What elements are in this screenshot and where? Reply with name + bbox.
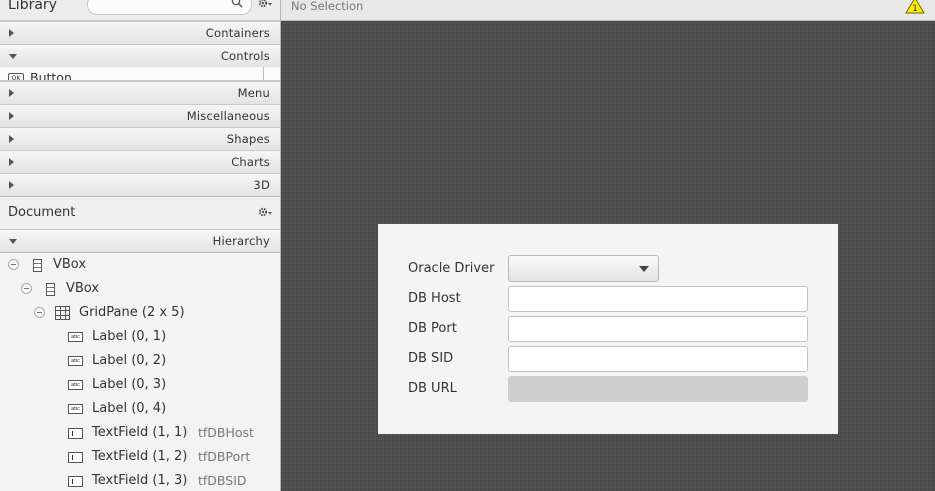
document-title: Document <box>8 205 76 220</box>
section-shapes[interactable]: Shapes <box>0 127 280 151</box>
library-header: Library <box>0 0 280 21</box>
expand-arrow-icon <box>9 158 14 166</box>
tree-item-label: VBox <box>66 281 100 296</box>
button-control-item[interactable]: Button <box>30 70 72 80</box>
controls-list: OK Button <box>0 67 280 81</box>
db-host-field[interactable] <box>508 286 808 312</box>
collapse-arrow-icon <box>9 239 17 244</box>
textfield-icon <box>68 476 83 487</box>
collapse-toggle-icon[interactable] <box>34 307 45 318</box>
collapse-arrow-icon <box>9 54 17 59</box>
oracle-driver-combo[interactable] <box>508 255 659 282</box>
expand-arrow-icon <box>9 181 14 189</box>
tree-item-label: TextField (1, 2) <box>92 449 188 464</box>
warning-count: 1 <box>912 4 918 14</box>
button-control-icon: OK <box>8 73 24 80</box>
collapse-toggle-icon[interactable] <box>8 259 19 270</box>
library-title: Library <box>8 0 57 13</box>
section-label: Menu <box>237 86 270 100</box>
tree-item-label: TextField (1, 1) <box>92 425 188 440</box>
db-url-field <box>508 376 808 402</box>
tree-item-fx-id: tfDBSID <box>198 473 247 488</box>
section-label: Miscellaneous <box>186 109 270 123</box>
warning-icon[interactable]: 1 <box>905 0 925 14</box>
tree-item-label-0-2[interactable]: abc Label (0, 2) <box>0 349 280 373</box>
section-label: Hierarchy <box>212 234 270 248</box>
tree-item-label: Label (0, 3) <box>92 377 167 392</box>
section-label: Containers <box>205 26 270 40</box>
section-charts[interactable]: Charts <box>0 150 280 174</box>
section-containers[interactable]: Containers <box>0 21 280 45</box>
expand-arrow-icon <box>9 29 14 37</box>
gridpane-icon <box>55 306 70 320</box>
form-preview[interactable]: Oracle Driver DB Host DB Port DB SID DB … <box>378 224 838 434</box>
db-sid-field[interactable] <box>508 346 808 372</box>
section-menu[interactable]: Menu <box>0 81 280 105</box>
tree-item-label: GridPane (2 x 5) <box>79 305 185 320</box>
tree-item-label-0-3[interactable]: abc Label (0, 3) <box>0 373 280 397</box>
document-header: Document <box>0 197 280 230</box>
search-icon <box>231 0 243 8</box>
tree-item-textfield-1-1[interactable]: TextField (1, 1) tfDBHost <box>0 421 280 445</box>
expand-arrow-icon <box>9 112 14 120</box>
label-icon: abc <box>68 404 83 414</box>
label-icon: abc <box>68 356 83 366</box>
tree-item-fx-id: tfDBHost <box>198 425 254 440</box>
document-gear-icon[interactable] <box>258 207 272 219</box>
section-controls[interactable]: Controls <box>0 44 280 68</box>
collapse-toggle-icon[interactable] <box>21 283 32 294</box>
db-sid-label: DB SID <box>408 351 454 366</box>
tree-item-label: VBox <box>53 257 87 272</box>
section-3d[interactable]: 3D <box>0 173 280 197</box>
selection-status: No Selection <box>291 0 364 13</box>
vbox-icon <box>33 259 42 272</box>
tree-item-label: Label (0, 4) <box>92 401 167 416</box>
chevron-down-icon <box>639 266 649 272</box>
db-port-field[interactable] <box>508 316 808 342</box>
db-host-label: DB Host <box>408 291 461 306</box>
db-port-label: DB Port <box>408 321 457 336</box>
tree-item-vbox-child[interactable]: VBox <box>0 277 280 301</box>
tree-item-textfield-1-3[interactable]: TextField (1, 3) tfDBSID <box>0 469 280 491</box>
tree-item-vbox-root[interactable]: VBox <box>0 253 280 277</box>
library-search-input[interactable] <box>87 0 252 15</box>
section-label: Shapes <box>226 132 270 146</box>
tree-item-label-0-1[interactable]: abc Label (0, 1) <box>0 325 280 349</box>
tree-item-gridpane[interactable]: GridPane (2 x 5) <box>0 301 280 325</box>
selection-bar: No Selection 1 <box>281 0 935 21</box>
scrollbar[interactable] <box>263 67 264 80</box>
vbox-icon <box>46 283 55 296</box>
db-url-label: DB URL <box>408 381 457 396</box>
tree-item-fx-id: tfDBPort <box>198 449 251 464</box>
textfield-icon <box>68 428 83 439</box>
tree-item-label: Label (0, 1) <box>92 329 167 344</box>
section-label: 3D <box>253 178 270 192</box>
expand-arrow-icon <box>9 135 14 143</box>
tree-item-label: Label (0, 2) <box>92 353 167 368</box>
section-label: Controls <box>220 49 270 63</box>
textfield-icon <box>68 452 83 463</box>
library-gear-icon[interactable] <box>258 0 272 10</box>
oracle-driver-label: Oracle Driver <box>408 261 495 276</box>
tree-item-label: TextField (1, 3) <box>92 473 188 488</box>
section-hierarchy[interactable]: Hierarchy <box>0 229 280 253</box>
section-label: Charts <box>231 155 270 169</box>
tree-item-label-0-4[interactable]: abc Label (0, 4) <box>0 397 280 421</box>
left-panel: Library Containers Controls OK Button Me… <box>0 0 281 491</box>
tree-item-textfield-1-2[interactable]: TextField (1, 2) tfDBPort <box>0 445 280 469</box>
section-miscellaneous[interactable]: Miscellaneous <box>0 104 280 128</box>
expand-arrow-icon <box>9 89 14 97</box>
label-icon: abc <box>68 380 83 390</box>
label-icon: abc <box>68 332 83 342</box>
